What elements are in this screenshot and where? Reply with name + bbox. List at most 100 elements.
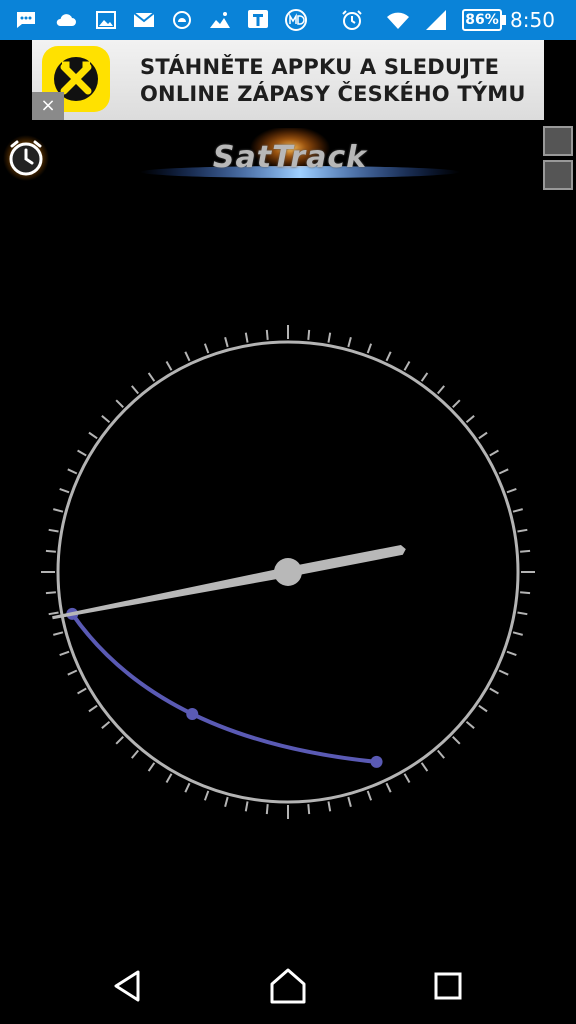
compass-tick — [520, 549, 531, 553]
ad-line-2: ONLINE ZÁPASY ČESKÉHO TÝMU — [140, 82, 526, 106]
brand-logo: SatTrack — [140, 128, 460, 186]
compass-tick — [265, 804, 269, 815]
compass-tick — [452, 736, 461, 745]
alarm-icon — [342, 10, 362, 30]
compass-needle — [52, 545, 406, 620]
cloud-icon — [56, 14, 76, 26]
compass-tick — [327, 332, 332, 343]
weather-icon — [173, 11, 191, 29]
compass-tick — [517, 611, 528, 616]
ad-close-button[interactable]: × — [32, 92, 64, 120]
battery-percentage: 86% — [462, 9, 502, 31]
compass-tick — [512, 631, 523, 636]
compass-tick — [88, 704, 98, 713]
wifi-icon — [387, 12, 409, 29]
back-icon[interactable] — [106, 964, 150, 1008]
compass-tick — [307, 329, 311, 340]
compass-tick — [347, 337, 352, 348]
gmail-icon — [133, 12, 155, 27]
compass-tick — [265, 329, 269, 340]
app-title: SatTrack — [212, 140, 368, 175]
alarm-clock-icon[interactable] — [2, 134, 50, 182]
compass-tick — [224, 337, 229, 348]
ad-banner[interactable]: STÁHNĚTE APPKU A SLEDUJTE ONLINE ZÁPASY … — [32, 40, 544, 120]
compass-tick — [465, 415, 475, 423]
compass-tick — [244, 801, 249, 812]
compass-tick — [165, 361, 173, 371]
compass-tick — [498, 669, 509, 676]
compass-tick — [184, 782, 191, 793]
track-point — [186, 707, 199, 720]
compass-tick — [59, 650, 70, 657]
compass-tick — [520, 591, 531, 595]
compass-tick — [67, 669, 78, 676]
compass-tick — [420, 762, 429, 772]
recents-icon[interactable] — [426, 964, 470, 1008]
compass-tick — [53, 631, 64, 636]
compass-tick — [385, 351, 392, 362]
hiker-icon — [210, 12, 230, 28]
compass-tick — [77, 449, 87, 457]
compass-tick — [101, 721, 111, 729]
compass-tick — [403, 773, 411, 783]
battery-indicator: 86% — [462, 9, 506, 31]
compass-tick — [347, 796, 352, 807]
compass-tick — [366, 343, 373, 354]
status-bar: 86% 8:50 — [0, 0, 576, 40]
compass-tick — [478, 704, 488, 713]
ad-line-1: STÁHNĚTE APPKU A SLEDUJTE — [140, 55, 500, 79]
compass-tick — [101, 415, 111, 423]
compass-tick — [115, 399, 124, 408]
status-time: 8:50 — [510, 8, 555, 32]
sky-compass — [41, 325, 535, 819]
compass-tick — [147, 762, 156, 772]
compass-tick — [307, 804, 311, 815]
compass-tick — [147, 372, 156, 382]
compass-hub — [274, 558, 302, 586]
compass-tick — [45, 549, 56, 553]
md-icon — [285, 9, 307, 31]
compass-tick — [48, 611, 59, 616]
side-button-bottom[interactable] — [543, 160, 573, 190]
ad-text: STÁHNĚTE APPKU A SLEDUJTE ONLINE ZÁPASY … — [140, 54, 536, 108]
compass-tick — [489, 687, 499, 695]
satellite-track — [70, 611, 379, 764]
home-icon[interactable] — [266, 964, 310, 1008]
compass-tick — [88, 431, 98, 440]
compass-tick — [224, 796, 229, 807]
compass-tick — [184, 351, 191, 362]
compass-tick — [53, 508, 64, 513]
compass-tick — [465, 721, 475, 729]
compass-tick — [498, 468, 509, 475]
side-button-top[interactable] — [543, 126, 573, 156]
compass-tick — [385, 782, 392, 793]
track-point — [370, 755, 383, 768]
messages-icon — [17, 12, 35, 28]
gallery-icon — [96, 11, 116, 29]
compass-tick — [506, 650, 517, 657]
compass-tick — [437, 385, 445, 395]
compass-tick — [489, 449, 499, 457]
compass-tick — [420, 372, 429, 382]
app-screen: 86% 8:50 STÁHNĚTE APPKU A SLEDUJTE ONLIN… — [0, 0, 576, 1024]
signal-icon — [426, 10, 446, 30]
compass-tick — [506, 487, 517, 494]
compass-tick — [77, 687, 87, 695]
compass-tick — [59, 487, 70, 494]
compass-tick — [165, 773, 173, 783]
compass-tick — [403, 361, 411, 371]
battery-tip — [502, 15, 506, 25]
compass-tick — [45, 591, 56, 595]
compass-tick — [203, 790, 210, 801]
compass-tick — [366, 790, 373, 801]
compass-tick — [131, 749, 139, 759]
compass-tick — [478, 431, 488, 440]
compass-tick — [67, 468, 78, 475]
compass-tick — [517, 528, 528, 533]
compass-tick — [131, 385, 139, 395]
compass-tick — [512, 508, 523, 513]
compass-tick — [203, 343, 210, 354]
compass-tick — [48, 528, 59, 533]
compass-tick — [244, 332, 249, 343]
track-points — [66, 607, 383, 768]
